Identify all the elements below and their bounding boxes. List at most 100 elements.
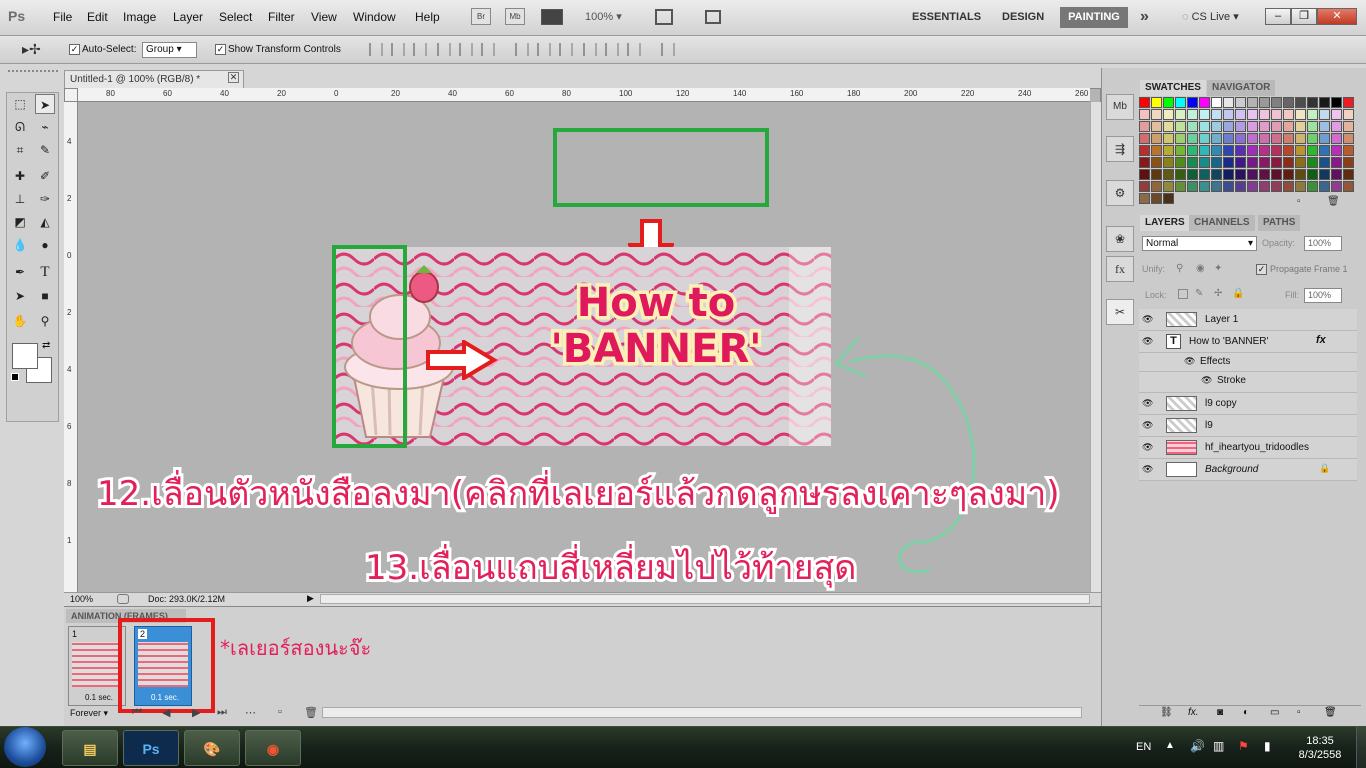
menu-window[interactable]: Window: [353, 10, 396, 24]
color-swatch[interactable]: [1295, 181, 1306, 192]
visibility-eye-icon[interactable]: 👁: [1184, 356, 1196, 366]
color-swatch[interactable]: [1151, 121, 1162, 132]
delete-swatch-icon[interactable]: 🗑: [1327, 196, 1340, 207]
color-swatch[interactable]: [1187, 169, 1198, 180]
autoselect-checkbox[interactable]: ✓: [69, 44, 80, 55]
clock[interactable]: 18:35 8/3/2558: [1290, 734, 1350, 762]
color-swatch[interactable]: [1139, 169, 1150, 180]
color-swatch[interactable]: [1331, 121, 1342, 132]
color-swatch[interactable]: [1199, 157, 1210, 168]
layer-row[interactable]: 👁 l9 copy: [1139, 393, 1357, 415]
color-swatch[interactable]: [1163, 109, 1174, 120]
color-swatch[interactable]: [1283, 169, 1294, 180]
color-swatch[interactable]: [1163, 193, 1174, 204]
delete-layer-icon[interactable]: 🗑: [1324, 707, 1337, 718]
bridge-button[interactable]: Br: [471, 8, 491, 25]
menu-select[interactable]: Select: [219, 10, 252, 24]
color-swatch[interactable]: [1271, 121, 1282, 132]
tab-channels[interactable]: CHANNELS: [1189, 215, 1255, 231]
first-frame-icon[interactable]: ⏮: [132, 706, 142, 719]
color-swatch[interactable]: [1319, 157, 1330, 168]
color-swatch[interactable]: [1307, 97, 1318, 108]
status-menu-arrow-icon[interactable]: ▶: [307, 593, 314, 604]
color-swatch[interactable]: [1151, 157, 1162, 168]
color-swatch[interactable]: [1259, 181, 1270, 192]
color-swatch[interactable]: [1295, 97, 1306, 108]
color-swatch[interactable]: [1163, 181, 1174, 192]
color-swatch[interactable]: [1175, 121, 1186, 132]
frame-delay[interactable]: 0.1 sec.: [85, 693, 113, 702]
color-swatch[interactable]: [1139, 133, 1150, 144]
color-swatch[interactable]: [1223, 109, 1234, 120]
visibility-eye-icon[interactable]: 👁: [1201, 375, 1213, 385]
color-swatch[interactable]: [1343, 157, 1354, 168]
color-swatch[interactable]: [1235, 109, 1246, 120]
lock-transparent-icon[interactable]: [1178, 289, 1188, 299]
color-swatch[interactable]: [1331, 145, 1342, 156]
zoom-select[interactable]: 100% ▾: [585, 10, 622, 23]
crop-tool-icon[interactable]: ⌗: [10, 140, 30, 160]
paint-taskbar-icon[interactable]: 🎨: [184, 730, 240, 766]
color-swatch[interactable]: [1343, 109, 1354, 120]
color-swatch[interactable]: [1319, 169, 1330, 180]
color-swatch[interactable]: [1211, 157, 1222, 168]
color-swatch[interactable]: [1175, 109, 1186, 120]
marquee-tool-icon[interactable]: ⬚: [10, 94, 30, 114]
color-swatch[interactable]: [1235, 97, 1246, 108]
visibility-eye-icon[interactable]: 👁: [1142, 398, 1154, 408]
color-swatch[interactable]: [1187, 157, 1198, 168]
autoselect-target-select[interactable]: Group ▾: [142, 42, 197, 58]
color-swatch[interactable]: [1187, 181, 1198, 192]
color-swatch[interactable]: [1247, 157, 1258, 168]
color-swatch[interactable]: [1259, 109, 1270, 120]
move-tool-icon[interactable]: ➤: [35, 94, 55, 114]
lasso-tool-icon[interactable]: ᘏ: [10, 117, 30, 137]
color-swatch[interactable]: [1211, 169, 1222, 180]
history-brush-tool-icon[interactable]: ✑: [35, 189, 55, 209]
blur-tool-icon[interactable]: 💧: [10, 235, 30, 255]
wifi-icon[interactable]: ▮: [1264, 739, 1271, 753]
color-swatch[interactable]: [1307, 145, 1318, 156]
align-right-icon[interactable]: [481, 43, 495, 56]
color-swatch[interactable]: [1175, 145, 1186, 156]
color-swatch[interactable]: [1199, 169, 1210, 180]
color-swatch[interactable]: [1331, 109, 1342, 120]
distribute-left-icon[interactable]: [583, 43, 597, 56]
close-tab-icon[interactable]: ✕: [228, 72, 239, 83]
transform-controls-checkbox[interactable]: ✓: [215, 44, 226, 55]
play-icon[interactable]: ▶: [192, 706, 200, 719]
visibility-eye-icon[interactable]: 👁: [1142, 442, 1154, 452]
more-workspaces-icon[interactable]: »: [1140, 8, 1149, 26]
color-swatch[interactable]: [1139, 157, 1150, 168]
color-swatch[interactable]: [1343, 145, 1354, 156]
film-icon[interactable]: [541, 9, 563, 25]
color-swatch[interactable]: [1307, 157, 1318, 168]
color-swatch[interactable]: [1163, 121, 1174, 132]
eyedropper-tool-icon[interactable]: ✎: [35, 140, 55, 160]
menu-filter[interactable]: Filter: [268, 10, 295, 24]
color-swatch[interactable]: [1151, 97, 1162, 108]
color-swatch[interactable]: [1259, 133, 1270, 144]
visibility-eye-icon[interactable]: 👁: [1142, 464, 1154, 474]
add-mask-icon[interactable]: ◙: [1217, 707, 1223, 718]
chrome-taskbar-icon[interactable]: ◉: [245, 730, 301, 766]
swap-colors-icon[interactable]: ⇄: [42, 340, 50, 351]
align-hcenter-icon[interactable]: [459, 43, 473, 56]
align-vcenter-icon[interactable]: [391, 43, 405, 56]
color-swatch[interactable]: [1235, 133, 1246, 144]
color-swatch[interactable]: [1151, 133, 1162, 144]
default-colors-icon[interactable]: [11, 373, 19, 381]
layer-row[interactable]: 👁 Background 🔒: [1139, 459, 1357, 481]
color-swatch[interactable]: [1199, 181, 1210, 192]
color-swatch[interactable]: [1163, 157, 1174, 168]
color-swatch[interactable]: [1151, 169, 1162, 180]
animation-scrollbar[interactable]: [322, 707, 1082, 718]
menu-edit[interactable]: Edit: [87, 10, 108, 24]
volume-icon[interactable]: 🔊: [1190, 739, 1205, 753]
color-swatch[interactable]: [1307, 169, 1318, 180]
color-swatch[interactable]: [1139, 97, 1150, 108]
prev-frame-icon[interactable]: ◀: [162, 706, 170, 719]
dodge-tool-icon[interactable]: ●: [35, 235, 55, 255]
layer-row[interactable]: 👁 l9: [1139, 415, 1357, 437]
horizontal-ruler[interactable]: 80 60 40 20 0 20 40 60 80 100 120 140 160 180 200 220 24…: [78, 88, 1090, 102]
